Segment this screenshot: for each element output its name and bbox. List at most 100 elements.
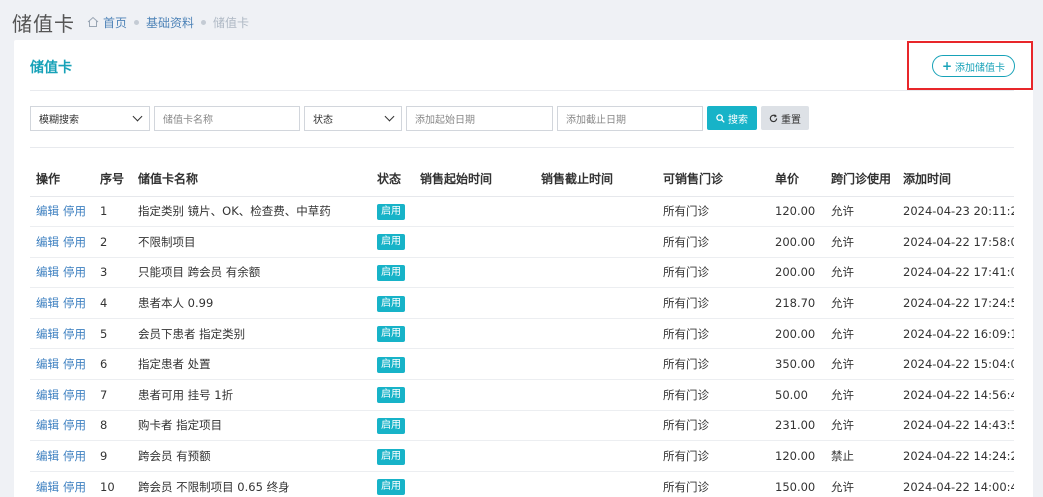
edit-link[interactable]: 编辑 bbox=[36, 418, 59, 432]
cell-sale-end bbox=[535, 318, 657, 350]
cell-added-time: 2024-04-22 15:04:05 bbox=[897, 348, 1014, 381]
cell-card-name: 不限制项目 bbox=[132, 226, 371, 258]
cell-clinic: 所有门诊 bbox=[657, 379, 769, 411]
start-date-placeholder: 添加起始日期 bbox=[415, 114, 475, 126]
cell-no: 9 bbox=[94, 440, 132, 472]
cell-status: 启用 bbox=[371, 257, 414, 289]
status-badge: 启用 bbox=[377, 203, 405, 220]
table-row: 编辑 停用 3 只能项目 跨会员 有余额 启用 所有门诊 200.00 允许 2024-04-2… bbox=[30, 257, 1014, 289]
cell-added-time: 2024-04-22 14:24:26 bbox=[897, 440, 1014, 472]
cell-price: 120.00 bbox=[769, 196, 825, 228]
search-button[interactable]: 搜索 bbox=[707, 106, 757, 130]
table-row: 编辑 停用 4 患者本人 0.99 启用 所有门诊 218.70 允许 2024-04-22 1… bbox=[30, 287, 1014, 319]
cell-clinic: 所有门诊 bbox=[657, 471, 769, 497]
end-date-placeholder: 添加截止日期 bbox=[566, 114, 626, 126]
disable-link[interactable]: 停用 bbox=[63, 327, 86, 341]
cell-sale-start bbox=[414, 196, 535, 228]
cell-added-time: 2024-04-22 17:24:51 bbox=[897, 287, 1014, 319]
cell-actions: 编辑 停用 bbox=[30, 257, 94, 289]
edit-link[interactable]: 编辑 bbox=[36, 265, 59, 279]
status-badge: 启用 bbox=[377, 417, 405, 434]
disable-link[interactable]: 停用 bbox=[63, 357, 86, 371]
cell-sale-end bbox=[535, 379, 657, 411]
edit-link[interactable]: 编辑 bbox=[36, 204, 59, 218]
cell-added-time: 2024-04-22 17:58:07 bbox=[897, 226, 1014, 258]
cell-clinic: 所有门诊 bbox=[657, 196, 769, 228]
cell-cross-clinic: 允许 bbox=[825, 348, 897, 381]
cell-cross-clinic: 允许 bbox=[825, 287, 897, 319]
stored-value-card-table: 操作 序号 储值卡名称 状态 销售起始时间 销售截止时间 可销售门诊 单价 跨门… bbox=[30, 162, 1014, 497]
disable-link[interactable]: 停用 bbox=[63, 388, 86, 402]
disable-link[interactable]: 停用 bbox=[63, 418, 86, 432]
start-date-input[interactable]: 添加起始日期 bbox=[406, 105, 553, 131]
disable-link[interactable]: 停用 bbox=[63, 265, 86, 279]
end-date-input[interactable]: 添加截止日期 bbox=[557, 105, 703, 131]
breadcrumb-basic-data[interactable]: 基础资料 bbox=[146, 14, 194, 31]
cell-cross-clinic: 禁止 bbox=[825, 440, 897, 472]
breadcrumb-separator bbox=[201, 19, 207, 25]
edit-link[interactable]: 编辑 bbox=[36, 235, 59, 249]
col-header-added-time: 添加时间 bbox=[897, 162, 1014, 197]
cell-no: 3 bbox=[94, 257, 132, 289]
chevron-down-icon bbox=[132, 111, 143, 121]
disable-link[interactable]: 停用 bbox=[63, 449, 86, 463]
filter-bar: 模糊搜索 储值卡名称 状态 添加起始日期 添加截止日期 搜索 重置 bbox=[30, 105, 809, 131]
edit-link[interactable]: 编辑 bbox=[36, 357, 59, 371]
cell-sale-end bbox=[535, 196, 657, 228]
cell-status: 启用 bbox=[371, 440, 414, 472]
disable-link[interactable]: 停用 bbox=[63, 296, 86, 310]
disable-link[interactable]: 停用 bbox=[63, 235, 86, 249]
cell-price: 200.00 bbox=[769, 257, 825, 289]
chevron-down-icon bbox=[384, 111, 395, 121]
disable-link[interactable]: 停用 bbox=[63, 204, 86, 218]
cell-sale-start bbox=[414, 287, 535, 319]
plus-icon: + bbox=[941, 59, 953, 73]
cell-sale-end bbox=[535, 410, 657, 442]
cell-actions: 编辑 停用 bbox=[30, 348, 94, 381]
cell-price: 218.70 bbox=[769, 287, 825, 319]
cell-clinic: 所有门诊 bbox=[657, 318, 769, 350]
cell-no: 2 bbox=[94, 226, 132, 258]
add-stored-value-card-button[interactable]: + 添加储值卡 bbox=[932, 55, 1015, 77]
edit-link[interactable]: 编辑 bbox=[36, 480, 59, 494]
cell-actions: 编辑 停用 bbox=[30, 196, 94, 228]
card-name-placeholder: 储值卡名称 bbox=[163, 114, 213, 126]
cell-sale-end bbox=[535, 348, 657, 381]
cell-added-time: 2024-04-22 14:56:49 bbox=[897, 379, 1014, 411]
card-name-input[interactable]: 储值卡名称 bbox=[154, 105, 300, 131]
cell-card-name: 患者可用 挂号 1折 bbox=[132, 379, 371, 411]
reset-button[interactable]: 重置 bbox=[761, 106, 809, 130]
cell-cross-clinic: 允许 bbox=[825, 318, 897, 350]
cell-sale-start bbox=[414, 471, 535, 497]
cell-sale-end bbox=[535, 226, 657, 258]
cell-card-name: 指定患者 处置 bbox=[132, 348, 371, 381]
cell-cross-clinic: 允许 bbox=[825, 257, 897, 289]
cell-status: 启用 bbox=[371, 226, 414, 258]
cell-sale-end bbox=[535, 471, 657, 497]
search-button-label: 搜索 bbox=[728, 114, 748, 126]
cell-actions: 编辑 停用 bbox=[30, 287, 94, 319]
cell-sale-end bbox=[535, 287, 657, 319]
col-header-clinic: 可销售门诊 bbox=[657, 162, 769, 197]
panel-title: 储值卡 bbox=[30, 60, 72, 76]
cell-cross-clinic: 允许 bbox=[825, 379, 897, 411]
cell-cross-clinic: 允许 bbox=[825, 196, 897, 228]
status-select[interactable]: 状态 bbox=[304, 105, 402, 131]
edit-link[interactable]: 编辑 bbox=[36, 388, 59, 402]
disable-link[interactable]: 停用 bbox=[63, 480, 86, 494]
breadcrumb: 首页 基础资料 储值卡 bbox=[87, 14, 249, 31]
edit-link[interactable]: 编辑 bbox=[36, 296, 59, 310]
cell-added-time: 2024-04-22 17:41:00 bbox=[897, 257, 1014, 289]
search-mode-select[interactable]: 模糊搜索 bbox=[30, 105, 150, 131]
cell-status: 启用 bbox=[371, 471, 414, 497]
cell-status: 启用 bbox=[371, 196, 414, 228]
breadcrumb-home[interactable]: 首页 bbox=[103, 14, 127, 31]
cell-sale-end bbox=[535, 440, 657, 472]
edit-link[interactable]: 编辑 bbox=[36, 449, 59, 463]
home-icon bbox=[87, 16, 99, 27]
edit-link[interactable]: 编辑 bbox=[36, 327, 59, 341]
cell-cross-clinic: 允许 bbox=[825, 410, 897, 442]
cell-status: 启用 bbox=[371, 318, 414, 350]
cell-status: 启用 bbox=[371, 379, 414, 411]
page-title: 储值卡 bbox=[12, 11, 75, 36]
